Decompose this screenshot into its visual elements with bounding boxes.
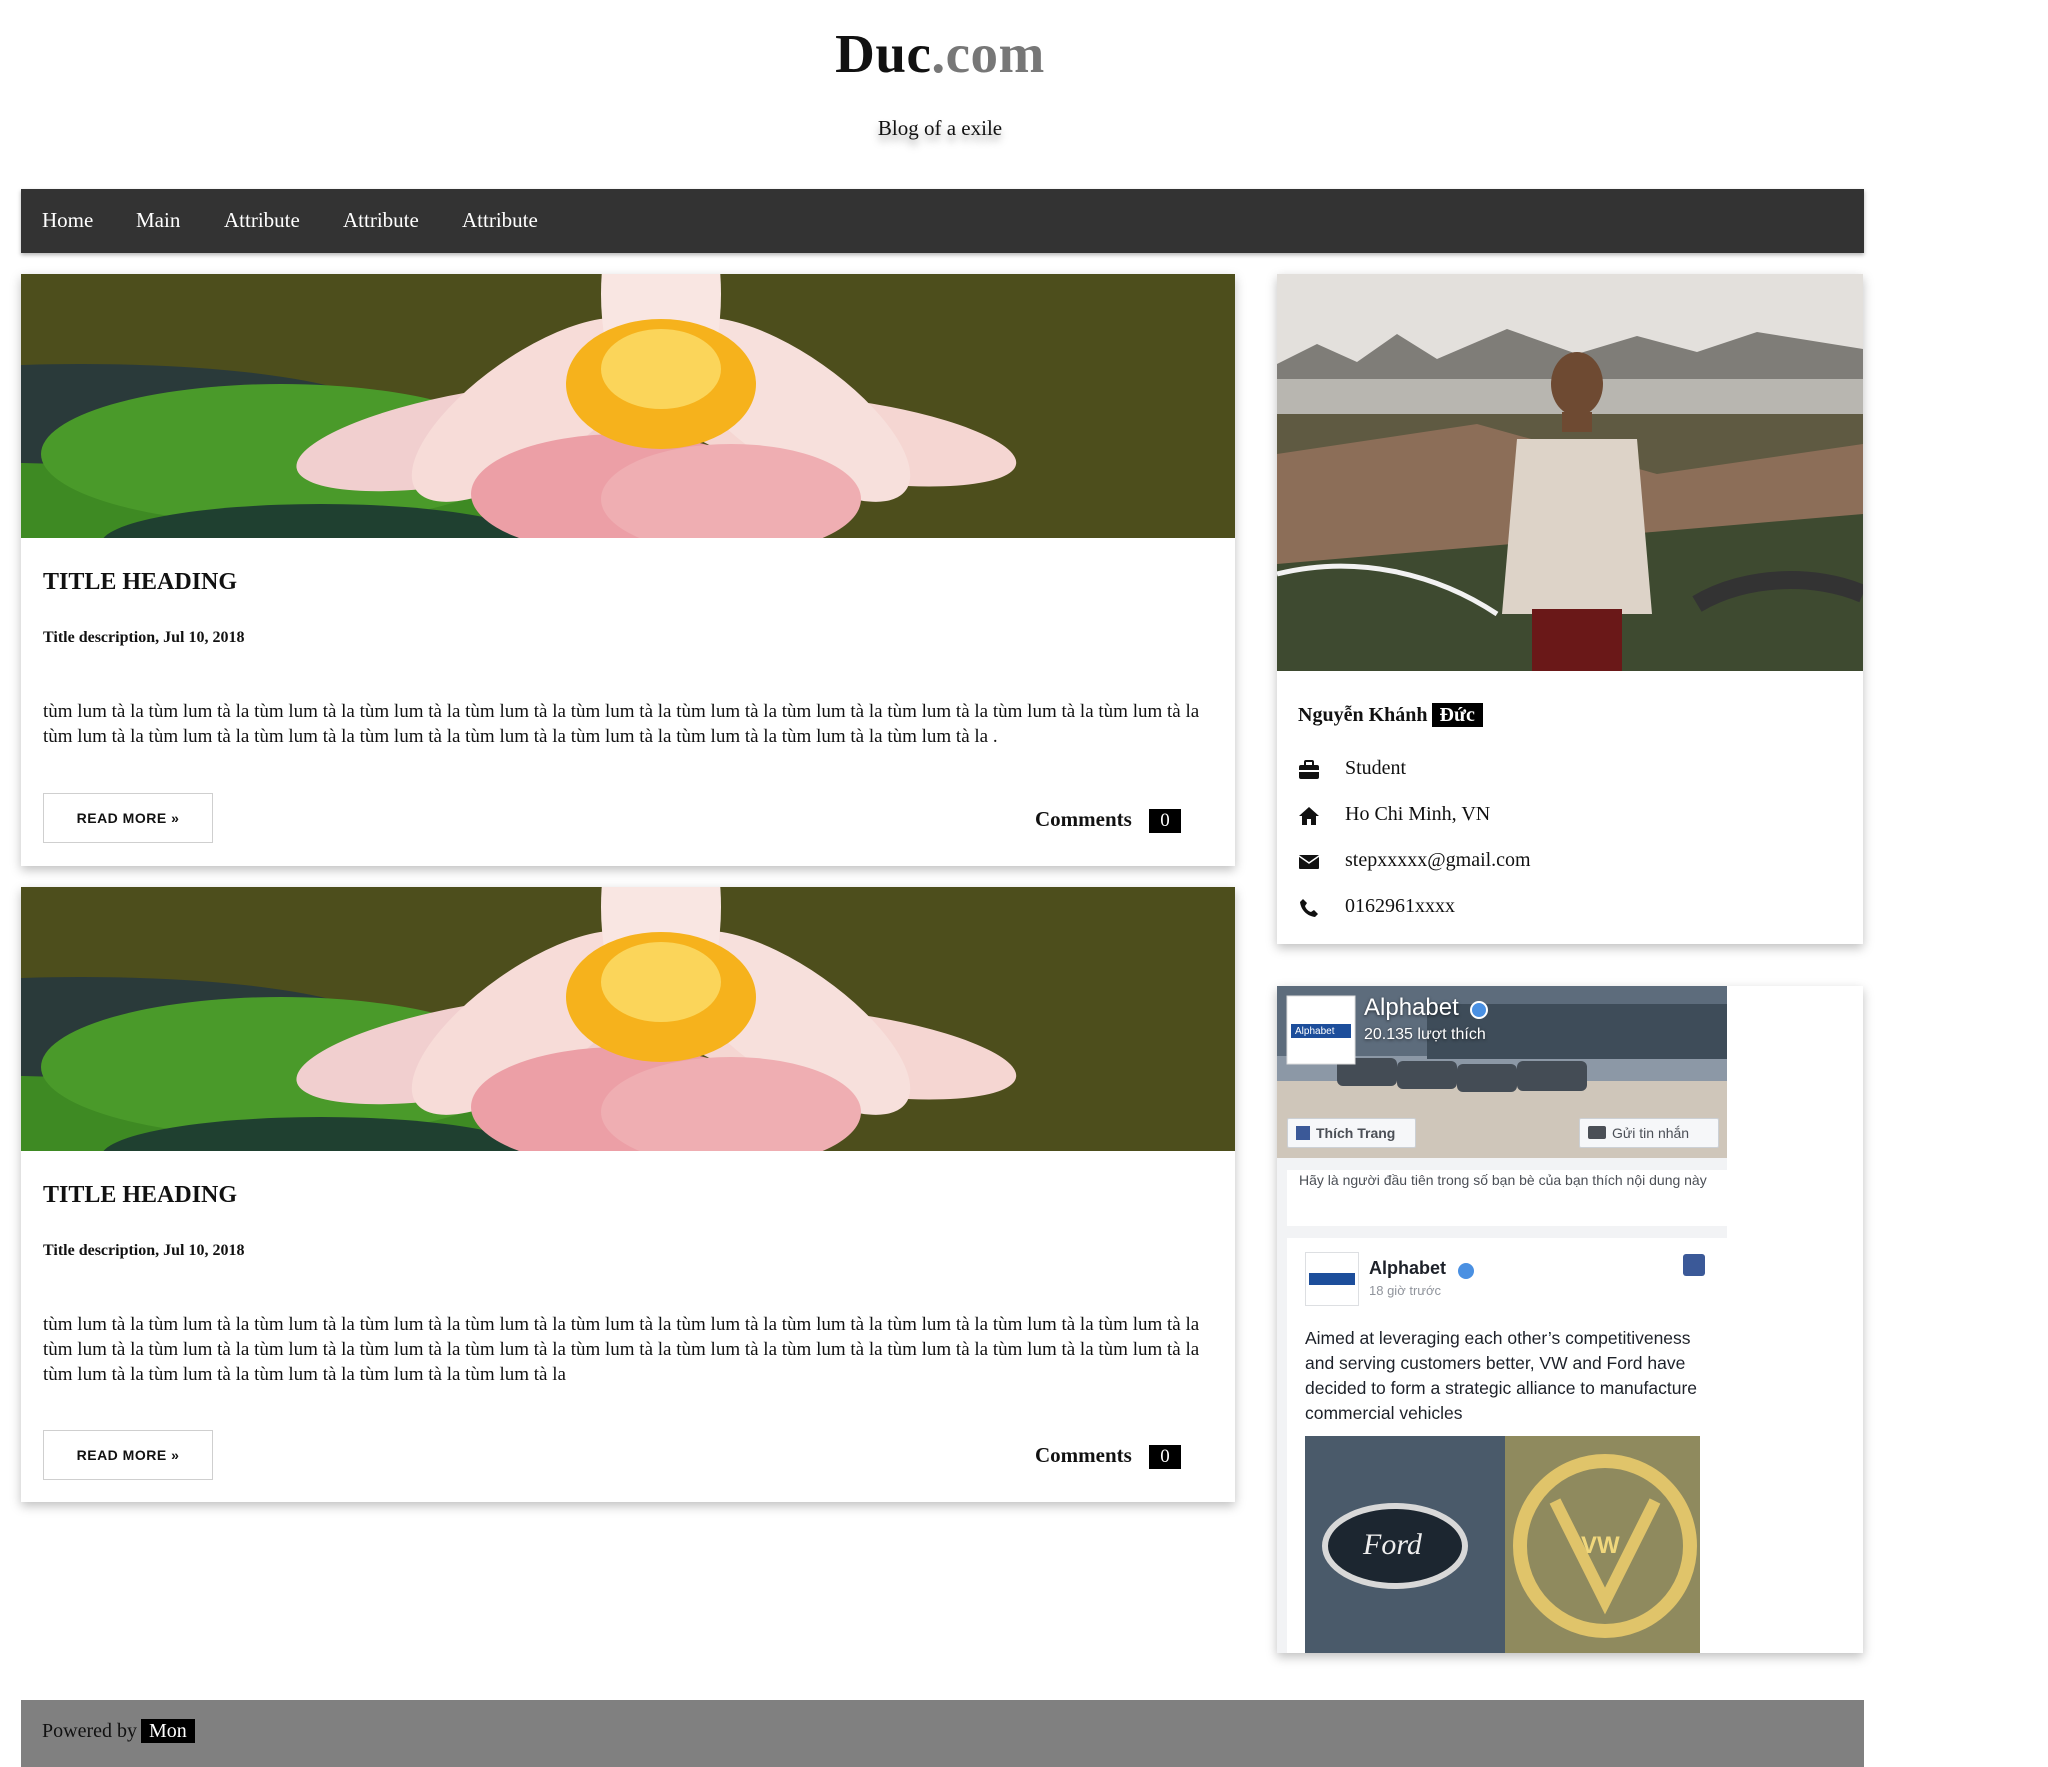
fb-post-avatar[interactable] <box>1305 1252 1359 1306</box>
fb-send-message-label: Gửi tin nhắn <box>1612 1125 1690 1141</box>
site-title-ext: .com <box>931 23 1045 84</box>
envelope-icon <box>1298 851 1320 873</box>
comments-label[interactable]: Comments <box>1035 1443 1132 1468</box>
post-image <box>21 887 1235 1151</box>
fb-like-page-button[interactable]: Thích Trang <box>1287 1118 1416 1148</box>
location-text: Ho Chi Minh, VN <box>1345 803 1491 825</box>
occupation-text: Student <box>1345 757 1407 779</box>
site-title-main: Duc <box>835 23 932 84</box>
fb-post-author[interactable]: Alphabet <box>1369 1258 1446 1279</box>
read-more-button[interactable]: READ MORE » <box>43 793 213 843</box>
fb-page-logo-text: Alphabet <box>1295 1026 1335 1037</box>
fb-page-name[interactable]: Alphabet <box>1364 994 1459 1022</box>
main-nav: Home Main Attribute Attribute Attribute <box>21 189 1864 253</box>
site-footer: Powered by Mon <box>21 1700 1864 1767</box>
post-body: tùm lum tà la tùm lum tà la tùm lum tà l… <box>43 701 1200 747</box>
fb-friends-prompt: Hãy là người đầu tiên trong số bạn bè củ… <box>1287 1170 1727 1226</box>
profile-name-first: Nguyễn Khánh <box>1298 704 1428 726</box>
comments-count: 0 <box>1149 809 1181 833</box>
facebook-icon <box>1296 1126 1310 1140</box>
phone-icon <box>1298 897 1320 919</box>
post-description: Title description, Jul 10, 2018 <box>43 1242 245 1259</box>
site-tagline: Blog of a exile <box>877 116 1003 140</box>
footer-text: Powered by Mon <box>42 1719 195 1743</box>
post-image <box>21 274 1235 538</box>
footer-powered-by: Powered by <box>42 1720 137 1742</box>
facebook-page-plugin: Alphabet Alphabet 20.135 lượt thích Thíc… <box>1277 986 1727 1653</box>
post-body: tùm lum tà la tùm lum tà la tùm lum tà l… <box>43 1314 1200 1385</box>
briefcase-icon <box>1298 759 1320 781</box>
nav-item-attribute-3[interactable]: Attribute <box>462 208 538 233</box>
nav-item-home[interactable]: Home <box>42 208 93 233</box>
post-title[interactable]: TITLE HEADING <box>43 569 237 596</box>
fb-send-message-button[interactable]: Gửi tin nhắn <box>1579 1118 1719 1148</box>
post-title[interactable]: TITLE HEADING <box>43 1182 237 1209</box>
fb-post-image[interactable]: Ford VW <box>1305 1436 1700 1653</box>
site-title[interactable]: Duc.com <box>0 22 1880 85</box>
messenger-icon <box>1588 1126 1606 1139</box>
fb-post-text: Aimed at leveraging each other’s competi… <box>1305 1328 1698 1423</box>
nav-item-main[interactable]: Main <box>136 208 180 233</box>
site-header: Duc.com Blog of a exile <box>0 0 1880 180</box>
comments-label[interactable]: Comments <box>1035 807 1132 832</box>
verified-icon <box>1470 1001 1488 1019</box>
email-text[interactable]: stepxxxxx@gmail.com <box>1345 849 1531 872</box>
fb-like-page-label: Thích Trang <box>1316 1125 1396 1141</box>
footer-brand[interactable]: Mon <box>140 1719 195 1743</box>
facebook-widget-card: Alphabet Alphabet 20.135 lượt thích Thíc… <box>1277 986 1863 1653</box>
facebook-icon[interactable] <box>1683 1254 1705 1276</box>
profile-name: Nguyễn Khánh Đức <box>1298 703 1483 727</box>
fb-post-image-text-right: VW <box>1581 1532 1620 1559</box>
comments-count: 0 <box>1149 1445 1181 1469</box>
nav-item-attribute-2[interactable]: Attribute <box>343 208 419 233</box>
verified-icon <box>1458 1263 1474 1279</box>
post-card: TITLE HEADING Title description, Jul 10,… <box>21 274 1235 866</box>
fb-page-likes: 20.135 lượt thích <box>1364 1026 1486 1043</box>
home-icon <box>1298 805 1320 827</box>
fb-post-image-text-left: Ford <box>1363 1528 1422 1561</box>
profile-card: Nguyễn Khánh Đức Student Ho Chi Minh, VN … <box>1277 274 1863 944</box>
profile-name-badge: Đức <box>1431 703 1483 727</box>
read-more-button[interactable]: READ MORE » <box>43 1430 213 1480</box>
profile-photo <box>1277 274 1863 671</box>
post-card: TITLE HEADING Title description, Jul 10,… <box>21 887 1235 1502</box>
phone-text: 0162961xxxx <box>1345 895 1455 917</box>
post-description: Title description, Jul 10, 2018 <box>43 629 245 646</box>
nav-item-attribute-1[interactable]: Attribute <box>224 208 300 233</box>
fb-post-time[interactable]: 18 giờ trước <box>1369 1283 1441 1298</box>
fb-post: Alphabet 18 giờ trước Aimed at leveragin… <box>1287 1238 1727 1653</box>
